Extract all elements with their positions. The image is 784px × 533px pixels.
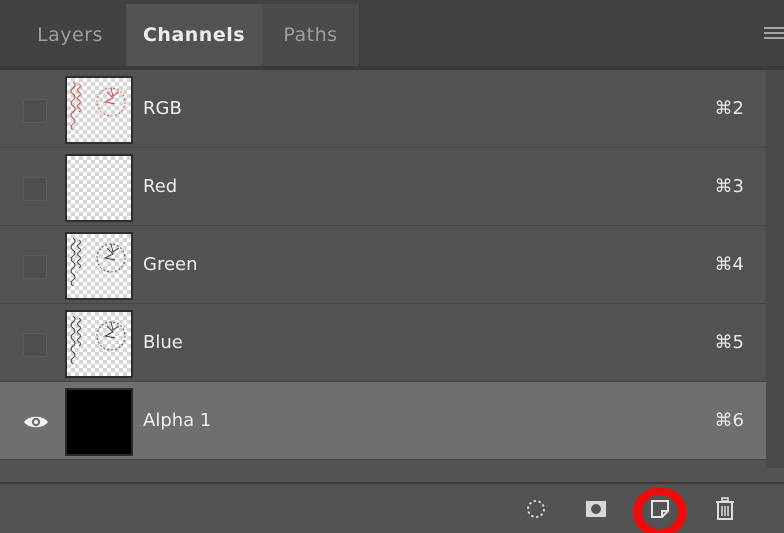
panel-tab-bar: Layers Channels Paths [0, 0, 784, 70]
channel-row-red[interactable]: Red ⌘3 [0, 148, 766, 226]
panel-footer-toolbar [0, 484, 784, 533]
channel-name: Blue [143, 332, 183, 353]
load-selection-icon[interactable] [521, 494, 551, 524]
trash-icon[interactable] [710, 494, 740, 524]
tab-layers[interactable]: Layers [14, 4, 126, 66]
channel-shortcut: ⌘5 [714, 332, 744, 353]
channel-list: RGB ⌘2 Red ⌘3 Green ⌘4 Blue ⌘5 Alpha 1 ⌘… [0, 70, 766, 468]
panel-menu-icon[interactable] [764, 27, 784, 41]
channels-panel: Layers Channels Paths RGB ⌘2 Red ⌘3 Gree… [0, 0, 784, 533]
channel-row-blue[interactable]: Blue ⌘5 [0, 304, 766, 382]
visibility-toggle[interactable] [23, 255, 47, 279]
save-selection-icon[interactable] [581, 494, 611, 524]
visibility-toggle[interactable] [23, 99, 47, 123]
scrollbar-track[interactable] [766, 70, 784, 468]
channel-thumbnail [65, 310, 133, 378]
channel-shortcut: ⌘6 [714, 410, 744, 431]
channel-name: RGB [143, 98, 182, 119]
channel-shortcut: ⌘2 [714, 98, 744, 119]
channel-row-alpha-1[interactable]: Alpha 1 ⌘6 [0, 382, 766, 460]
channel-shortcut: ⌘3 [714, 176, 744, 197]
channel-thumbnail [65, 232, 133, 300]
channel-shortcut: ⌘4 [714, 254, 744, 275]
channel-name: Green [143, 254, 198, 275]
tab-channels[interactable]: Channels [126, 4, 262, 66]
list-bottom-spacer [0, 468, 784, 482]
visibility-toggle[interactable] [23, 177, 47, 201]
channel-row-green[interactable]: Green ⌘4 [0, 226, 766, 304]
channel-name: Red [143, 176, 178, 197]
eye-icon[interactable] [22, 412, 50, 432]
visibility-toggle[interactable] [23, 333, 47, 357]
channel-row-rgb[interactable]: RGB ⌘2 [0, 70, 766, 148]
channel-thumbnail [65, 388, 133, 456]
channel-thumbnail [65, 154, 133, 222]
channel-thumbnail [65, 76, 133, 144]
tab-paths[interactable]: Paths [262, 4, 360, 66]
channel-name: Alpha 1 [143, 410, 212, 431]
new-channel-icon[interactable] [645, 494, 675, 524]
